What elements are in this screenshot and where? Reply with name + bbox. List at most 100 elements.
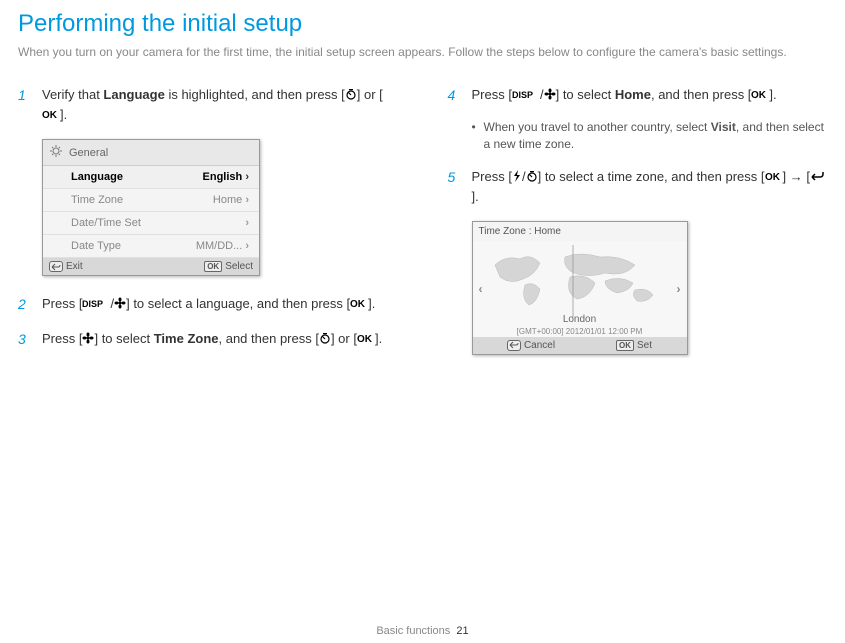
step-1-bold: Language — [103, 87, 164, 102]
menu-header-label: General — [69, 147, 108, 159]
menu-select-label: Select — [225, 261, 253, 272]
map-box: Time Zone : Home ‹ › — [472, 221, 688, 355]
back-icon — [507, 340, 521, 351]
step-4-num: 4 — [448, 85, 456, 106]
step-3-bold: Time Zone — [154, 331, 219, 346]
content-columns: 1 Verify that Language is highlighted, a… — [18, 85, 827, 373]
left-arrow-icon: ‹ — [479, 282, 483, 296]
step-4-text-c: , and then press [ — [651, 87, 751, 102]
step-3-text-c: , and then press [ — [219, 331, 319, 346]
map-footer: Cancel OKSet — [473, 337, 687, 354]
ok-icon: OK — [350, 295, 368, 315]
page-title: Performing the initial setup — [18, 10, 827, 38]
bullet-bold: Visit — [711, 120, 736, 134]
timer-icon — [345, 86, 357, 106]
disp-icon: DISP — [82, 295, 110, 315]
svg-text:DISP: DISP — [82, 299, 103, 309]
step-4-bullet: When you travel to another country, sele… — [448, 119, 828, 153]
menu-row-value: English — [203, 171, 243, 183]
menu-row-label: Language — [71, 171, 123, 183]
step-3: 3 Press [ ] to select Time Zone, and then… — [18, 329, 398, 349]
menu-footer: Exit OKSelect — [43, 258, 259, 275]
step-1-num: 1 — [18, 85, 26, 106]
flower-icon — [114, 295, 126, 315]
chevron-right-icon: › — [245, 217, 249, 229]
step-1-text-d: ]. — [60, 107, 67, 122]
chevron-right-icon: › — [245, 171, 249, 183]
map-gmt: [GMT+00:00] 2012/01/01 12:00 PM — [473, 327, 687, 336]
menu-row-label: Date/Time Set — [71, 217, 141, 229]
flower-icon — [544, 86, 556, 106]
map-body: ‹ › London [GMT+00: — [473, 241, 687, 337]
page-footer: Basic functions 21 — [0, 625, 845, 637]
menu-row-language: Language English › — [43, 166, 259, 189]
menu-row-datetype: Date Type MM/DD... › — [43, 235, 259, 258]
left-column: 1 Verify that Language is highlighted, a… — [18, 85, 398, 373]
world-map-icon — [485, 245, 675, 317]
return-icon — [810, 168, 824, 188]
svg-text:OK: OK — [42, 110, 58, 120]
map-title: Time Zone : Home — [473, 222, 687, 241]
timer-icon — [319, 330, 331, 350]
step-5-text-d: ]. — [472, 189, 479, 204]
timer-icon — [526, 168, 538, 188]
ok-small-icon: OK — [204, 261, 222, 272]
step-5-text-a: Press [ — [472, 169, 512, 184]
step-5-text-c: ] → [ — [783, 169, 810, 184]
step-1-text-a: Verify that — [42, 87, 103, 102]
step-1: 1 Verify that Language is highlighted, a… — [18, 85, 398, 126]
step-4-text-b: ] to select — [556, 87, 615, 102]
ok-icon: OK — [42, 106, 60, 126]
step-2-text-a: Press [ — [42, 296, 82, 311]
map-city: London — [473, 314, 687, 325]
svg-text:OK: OK — [350, 299, 366, 309]
menu-row-value: Home — [213, 194, 242, 206]
step-5-text-b: ] to select a time zone, and then press … — [538, 169, 765, 184]
ok-icon: OK — [357, 330, 375, 350]
step-4-text-d: ]. — [769, 87, 776, 102]
intro-text: When you turn on your camera for the fir… — [18, 44, 827, 61]
ok-icon: OK — [765, 168, 783, 188]
svg-text:OK: OK — [751, 90, 767, 100]
chevron-right-icon: › — [245, 194, 249, 206]
step-3-text-d: ] or [ — [331, 331, 357, 346]
map-set-label: Set — [637, 340, 652, 351]
menu-header: General — [43, 140, 259, 166]
right-column: 4 Press [DISP/] to select Home, and then… — [448, 85, 828, 373]
ok-small-icon: OK — [616, 340, 634, 351]
gear-icon — [49, 144, 63, 161]
footer-page-number: 21 — [456, 625, 468, 637]
menu-rows: Language English › Time Zone Home › Date… — [43, 166, 259, 258]
step-1-text-c: ] or [ — [357, 87, 383, 102]
ok-icon: OK — [751, 86, 769, 106]
menu-exit-label: Exit — [66, 261, 83, 272]
map-cancel-label: Cancel — [524, 340, 555, 351]
menu-row-timezone: Time Zone Home › — [43, 189, 259, 212]
footer-section: Basic functions — [376, 625, 450, 637]
step-2-text-b: ] to select a language, and then press [ — [126, 296, 350, 311]
step-2: 2 Press [DISP/] to select a language, an… — [18, 294, 398, 314]
svg-text:OK: OK — [765, 172, 781, 182]
step-3-text-a: Press [ — [42, 331, 82, 346]
flash-icon — [512, 168, 522, 188]
step-3-text-e: ]. — [375, 331, 382, 346]
back-icon — [49, 261, 63, 272]
disp-icon: DISP — [512, 86, 540, 106]
step-2-num: 2 — [18, 294, 26, 315]
step-5-num: 5 — [448, 167, 456, 188]
menu-box: General Language English › Time Zone Hom… — [42, 139, 260, 276]
svg-text:OK: OK — [357, 334, 373, 344]
map-figure: Time Zone : Home ‹ › — [472, 221, 828, 355]
right-arrow-icon: › — [677, 282, 681, 296]
step-4-text-a: Press [ — [472, 87, 512, 102]
menu-row-value: MM/DD... — [196, 240, 242, 252]
flower-icon — [82, 330, 94, 350]
step-4-bold: Home — [615, 87, 651, 102]
menu-row-label: Time Zone — [71, 194, 123, 206]
step-2-text-c: ]. — [368, 296, 375, 311]
step-3-text-b: ] to select — [94, 331, 153, 346]
menu-figure: General Language English › Time Zone Hom… — [42, 139, 398, 276]
menu-row-datetime: Date/Time Set › — [43, 212, 259, 235]
menu-row-label: Date Type — [71, 240, 121, 252]
step-3-num: 3 — [18, 329, 26, 350]
